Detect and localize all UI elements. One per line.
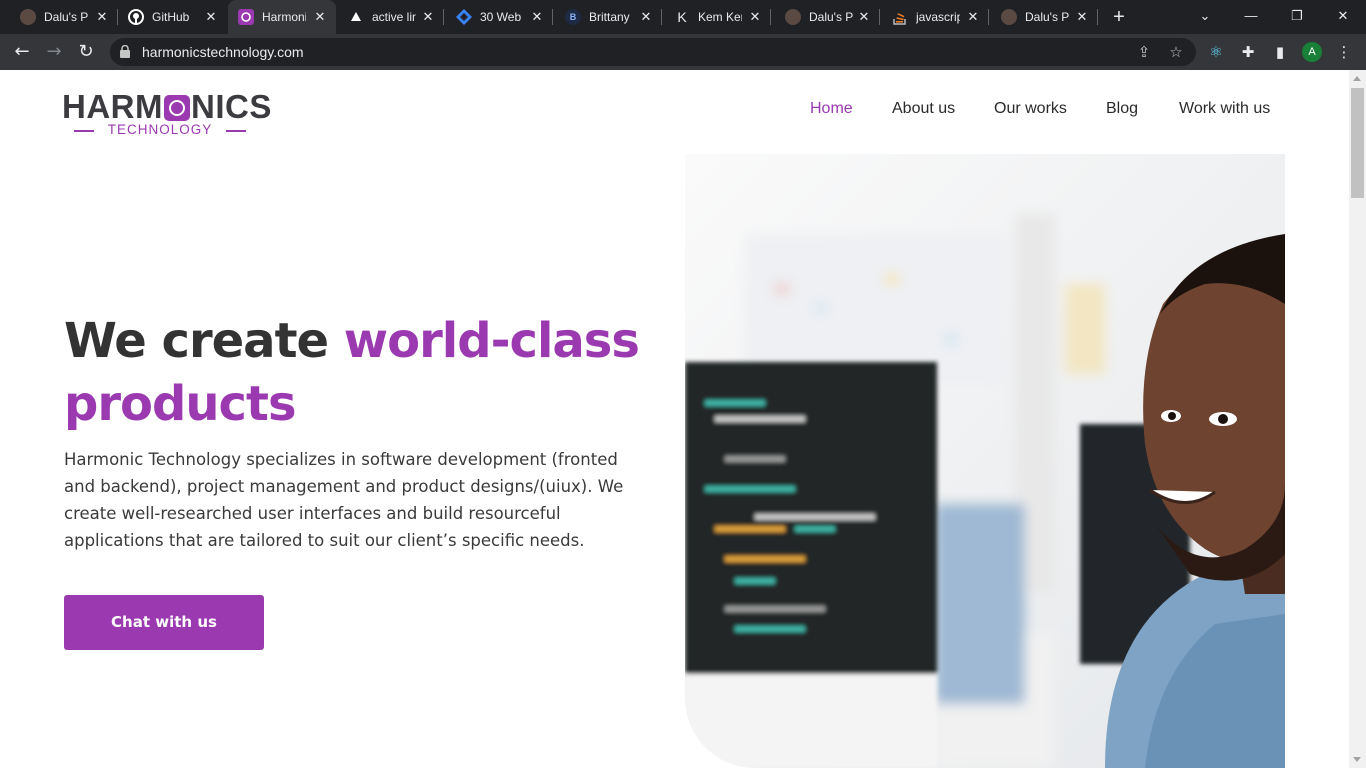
tab-active-link[interactable]: active lin ✕ [336,0,444,34]
stack-favicon-icon [892,9,908,25]
tab-javascript-stackoverflow[interactable]: javascrip ✕ [880,0,989,34]
tab-dalus-portfolio-1[interactable]: Dalu's Pe ✕ [0,0,118,34]
scroll-up-arrow-icon[interactable] [1353,76,1361,81]
nav-blog[interactable]: Blog [1106,100,1138,118]
address-bar[interactable]: harmonicstechnology.com ⇪ ☆ [110,38,1196,66]
browser-toolbar: ← → ↻ harmonicstechnology.com ⇪ ☆ ⚛ ✚ ▮ … [0,34,1366,70]
nav-home[interactable]: Home [810,100,853,118]
tab-title: GitHub [152,10,190,24]
tab-title: javascrip [916,10,960,24]
close-icon[interactable]: ✕ [529,9,545,25]
nav-work-with-us[interactable]: Work with us [1179,100,1270,118]
tab-title: Harmoni [262,10,306,24]
tab-title: Dalu's Pe [1025,10,1069,24]
b-favicon-icon: B [565,9,581,25]
person-favicon-icon [20,9,36,25]
nav-about-us[interactable]: About us [892,100,955,118]
scrollbar-thumb[interactable] [1351,88,1364,198]
close-icon[interactable]: ✕ [638,9,654,25]
tab-separator [1097,9,1098,25]
tab-brittany[interactable]: B Brittany ✕ [553,0,662,34]
tab-title: Brittany [589,10,630,24]
restore-window-icon[interactable]: ❐ [1274,0,1320,34]
reload-icon[interactable]: ↻ [72,38,100,66]
kebab-menu-icon[interactable]: ⋮ [1334,42,1354,62]
close-window-icon[interactable]: ✕ [1320,0,1366,34]
diamond-favicon-icon [456,9,472,25]
hero-description: Harmonic Technology specializes in softw… [64,450,624,550]
react-devtools-icon[interactable]: ⚛ [1206,42,1226,62]
tab-30-web[interactable]: 30 Web ✕ [444,0,553,34]
person-favicon-icon [785,9,801,25]
tab-github[interactable]: GitHub ✕ [118,0,227,34]
harmonics-logo[interactable]: HARM NICS TECHNOLOGY [62,88,271,140]
minimize-window-icon[interactable]: — [1228,0,1274,34]
scroll-down-arrow-icon[interactable] [1353,757,1361,762]
tab-title: Kem Ken [698,10,742,24]
close-icon[interactable]: ✕ [965,9,981,25]
close-icon[interactable]: ✕ [1074,9,1090,25]
profile-avatar[interactable]: A [1302,42,1322,62]
k-favicon-icon: K [677,9,687,25]
tab-title: Dalu's Pe [44,10,88,24]
close-icon[interactable]: ✕ [94,9,110,25]
developer-at-computer-illustration [685,154,1285,768]
tab-kem-ken[interactable]: K Kem Ken ✕ [662,0,771,34]
tab-dalus-portfolio-2[interactable]: Dalu's Pe ✕ [771,0,880,34]
headline-dark-part: We create [64,313,344,369]
close-icon[interactable]: ✕ [420,9,436,25]
tab-search-chevron-icon[interactable]: ⌄ [1182,0,1228,34]
hero-headline: We create world-class products [64,310,664,436]
close-icon[interactable]: ✕ [856,9,872,25]
logo-wordmark: HARM NICS [62,88,272,125]
tab-title: 30 Web [480,10,522,24]
harmonics-favicon-icon [238,9,254,25]
extensions-puzzle-icon[interactable]: ✚ [1238,42,1258,62]
triangle-favicon-icon [348,9,364,25]
nav-our-works[interactable]: Our works [994,100,1067,118]
page-scrollbar[interactable] [1349,70,1366,768]
url-text[interactable]: harmonicstechnology.com [142,44,304,60]
person-favicon-icon [1001,9,1017,25]
new-tab-button[interactable]: + [1108,6,1130,28]
back-arrow-icon[interactable]: ← [8,38,36,66]
logo-subtitle: TECHNOLOGY [74,122,246,137]
browser-tab-strip: Dalu's Pe ✕ GitHub ✕ Harmoni ✕ active li… [0,0,1366,34]
close-icon[interactable]: ✕ [203,9,219,25]
hero-photo [685,154,1285,768]
chat-with-us-button[interactable]: Chat with us [64,595,264,650]
logo-o-mark-icon [163,95,190,121]
tab-dalus-portfolio-3[interactable]: Dalu's Pe ✕ [989,0,1098,34]
github-icon [128,9,144,25]
tab-title: active lin [372,10,416,24]
close-icon[interactable]: ✕ [312,9,328,25]
tab-harmonics-active[interactable]: Harmoni ✕ [228,0,336,34]
tab-title: Dalu's Pe [809,10,853,24]
forward-arrow-icon[interactable]: → [40,38,68,66]
share-icon[interactable]: ⇪ [1134,42,1154,62]
page-viewport: HARM NICS TECHNOLOGY Home About us Our wo… [0,70,1349,768]
bookmark-star-icon[interactable]: ☆ [1166,42,1186,62]
lock-icon [120,45,130,58]
close-icon[interactable]: ✕ [747,9,763,25]
side-panel-icon[interactable]: ▮ [1270,42,1290,62]
